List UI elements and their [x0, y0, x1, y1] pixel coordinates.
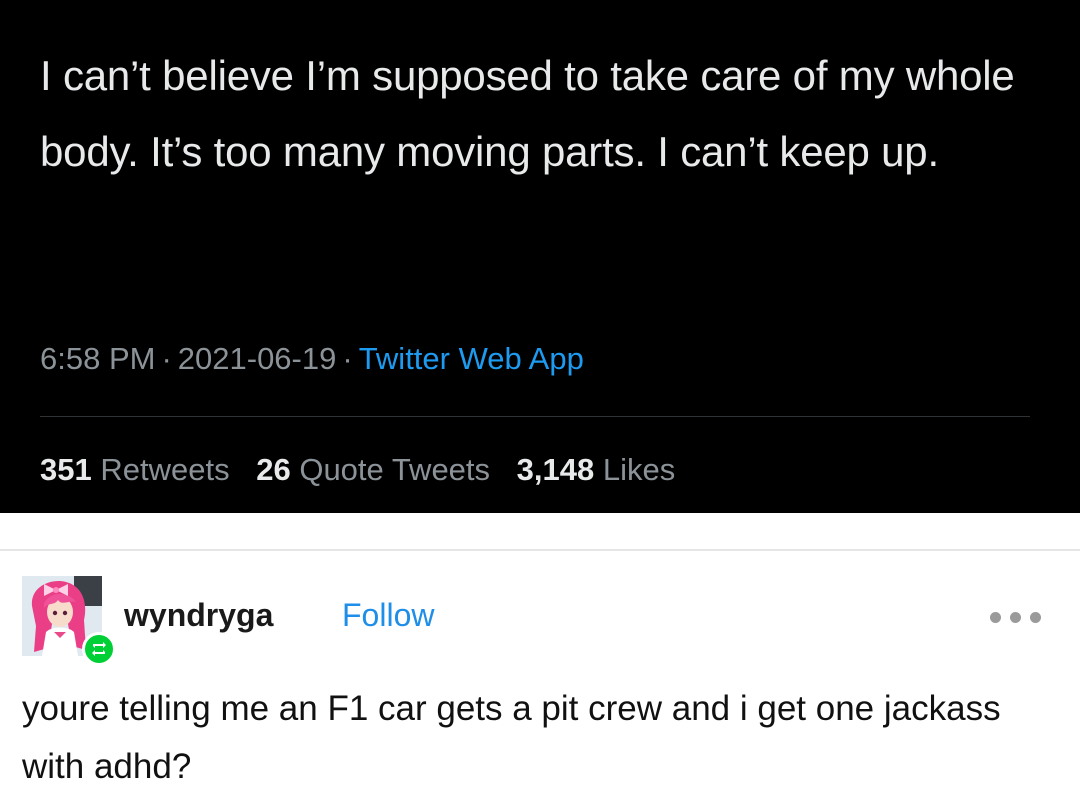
- likes-count: 3,148: [516, 452, 595, 487]
- tumblr-post-text: youre telling me an F1 car gets a pit cr…: [22, 689, 1001, 786]
- post-divider: [0, 549, 1080, 551]
- ellipsis-dot: [990, 612, 1001, 623]
- tweet-stats: 351 Retweets 26 Quote Tweets 3,148 Likes: [40, 452, 693, 488]
- quote-tweets-count: 26: [256, 452, 291, 487]
- tweet-time[interactable]: 6:58 PM: [40, 341, 155, 376]
- avatar[interactable]: [22, 576, 116, 666]
- meta-separator: ·: [161, 341, 172, 376]
- likes-stat[interactable]: 3,148 Likes: [517, 452, 676, 487]
- ellipsis-icon[interactable]: [988, 606, 1044, 626]
- retweets-stat[interactable]: 351 Retweets: [40, 452, 230, 487]
- quote-tweets-label: Quote Tweets: [299, 452, 491, 487]
- reblog-icon: [82, 632, 116, 666]
- meta-separator: ·: [342, 341, 353, 376]
- likes-label: Likes: [602, 452, 676, 487]
- ellipsis-dot: [1010, 612, 1021, 623]
- tumblr-username[interactable]: wyndryga: [124, 597, 273, 634]
- tweet-text: I can’t believe I’m supposed to take car…: [40, 52, 1015, 175]
- tweet-date[interactable]: 2021-06-19: [178, 341, 337, 376]
- tweet-meta: 6:58 PM · 2021-06-19 · Twitter Web App: [40, 341, 584, 377]
- quote-tweets-stat[interactable]: 26 Quote Tweets: [256, 452, 490, 487]
- follow-button[interactable]: Follow: [342, 597, 434, 634]
- ellipsis-dot: [1030, 612, 1041, 623]
- tweet-source-app[interactable]: Twitter Web App: [359, 341, 584, 376]
- retweets-count: 351: [40, 452, 92, 487]
- retweets-label: Retweets: [100, 452, 230, 487]
- tweet-divider: [40, 416, 1030, 417]
- tweet-card: I can’t believe I’m supposed to take car…: [0, 0, 1080, 513]
